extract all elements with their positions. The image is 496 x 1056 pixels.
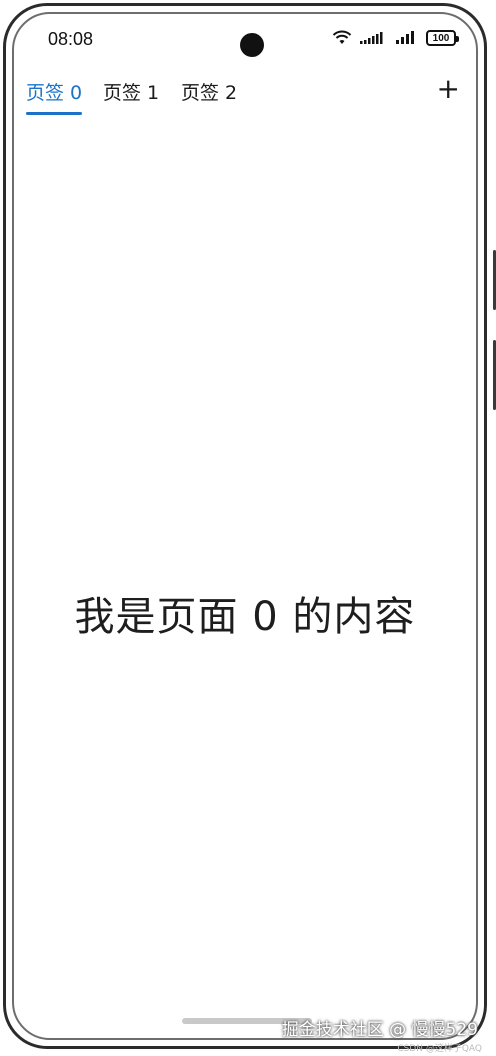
tab-label: 页签 2 [181,82,238,104]
tab-0[interactable]: 页签 0 [26,78,83,115]
signal-icon-2 [396,31,414,44]
status-time: 08:08 [48,29,94,49]
active-tab-indicator [26,112,83,115]
phone-frame: 08:08 100 页签 0 页签 1 页签 2 + 我是页面 0 的内容 [3,3,487,1049]
tab-label: 页签 1 [103,82,160,104]
battery-icon: 100 [426,30,459,46]
front-camera [240,33,264,57]
battery-level: 100 [432,32,450,44]
page-content-text: 我是页面 0 的内容 [74,594,416,640]
add-tab-button[interactable]: + [437,74,460,104]
watermark: 掘金技术社区 @ 慢慢529 [281,1020,478,1040]
tab-1[interactable]: 页签 1 [103,78,159,115]
signal-icon [360,32,383,44]
wifi-icon [332,30,352,44]
watermark-small: CSDN @这样子QAQ [397,1044,482,1054]
tab-label: 页签 0 [26,82,83,104]
status-icons: 100 [332,30,459,46]
status-bar: 08:08 100 [26,26,464,57]
tab-2[interactable]: 页签 2 [181,78,237,115]
tab-bar: 页签 0 页签 1 页签 2 + [26,74,464,118]
phone-bezel [12,12,478,1040]
